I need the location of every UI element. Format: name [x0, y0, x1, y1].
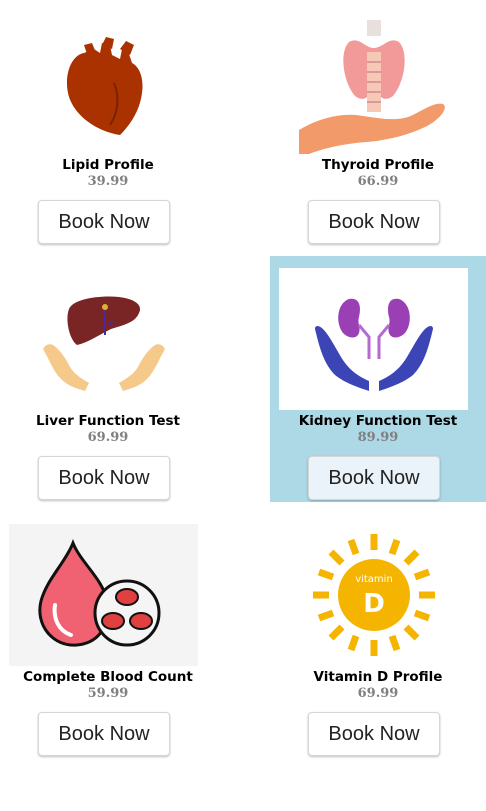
vitamin-icon-label: vitamin — [355, 574, 393, 585]
product-price: 66.99 — [357, 174, 399, 189]
product-card-liver-function-test: Liver Function Test 69.99 Book Now — [0, 256, 216, 502]
blood-drop-icon — [38, 539, 161, 647]
product-image — [9, 524, 198, 666]
book-now-button[interactable]: Book Now — [308, 456, 440, 500]
product-title: Complete Blood Count — [23, 669, 193, 685]
product-image — [279, 12, 468, 154]
product-card-lipid-profile: Lipid Profile 39.99 Book Now — [0, 0, 216, 246]
product-image: vitamin D — [279, 524, 468, 666]
product-title: Kidney Function Test — [298, 413, 458, 429]
product-card-complete-blood-count: Complete Blood Count 59.99 Book Now — [0, 512, 216, 758]
thyroid-icon — [298, 20, 445, 154]
product-title: Lipid Profile — [62, 157, 154, 173]
product-card-thyroid-profile: Thyroid Profile 66.99 Book Now — [270, 0, 486, 246]
product-image — [9, 268, 198, 410]
product-image — [279, 268, 468, 410]
book-now-button[interactable]: Book Now — [38, 712, 170, 756]
product-price: 39.99 — [87, 174, 129, 189]
book-now-button[interactable]: Book Now — [308, 712, 440, 756]
product-price: 89.99 — [357, 430, 399, 445]
product-price: 69.99 — [357, 686, 399, 701]
product-price: 69.99 — [87, 430, 129, 445]
product-image — [9, 12, 198, 154]
book-now-button[interactable]: Book Now — [38, 456, 170, 500]
product-card-kidney-function-test: Kidney Function Test 89.99 Book Now — [270, 256, 486, 502]
kidney-icon — [314, 298, 433, 391]
vitamin-d-letter: D — [363, 589, 385, 619]
product-title: Liver Function Test — [35, 413, 181, 429]
book-now-button[interactable]: Book Now — [38, 200, 170, 244]
heart-icon — [66, 37, 143, 135]
product-price: 59.99 — [87, 686, 129, 701]
product-title: Vitamin D Profile — [313, 669, 443, 685]
product-title: Thyroid Profile — [321, 157, 435, 173]
book-now-button[interactable]: Book Now — [308, 200, 440, 244]
vitamin-d-icon: vitamin D — [312, 534, 435, 656]
product-card-vitamin-d-profile: vitamin D Vitamin D Profile 69.99 Book N… — [270, 512, 486, 758]
liver-icon — [42, 296, 165, 391]
